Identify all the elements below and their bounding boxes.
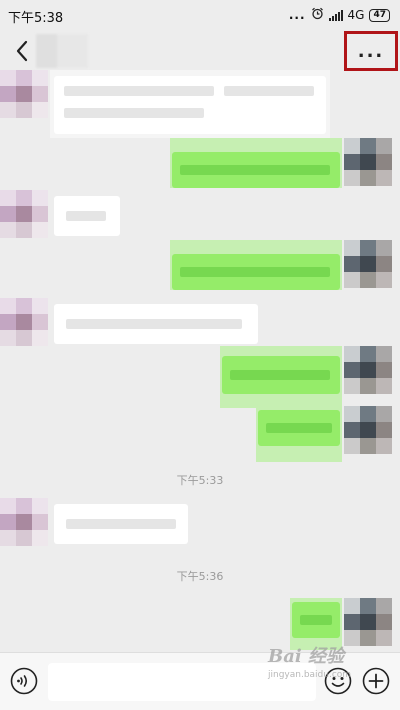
message-input[interactable] xyxy=(48,663,316,701)
my-avatar[interactable] xyxy=(344,346,392,394)
incoming-message-bubble[interactable] xyxy=(54,76,326,134)
outgoing-message-bubble[interactable] xyxy=(222,356,340,394)
timestamp-divider: 下午5:36 xyxy=(176,570,224,583)
contact-avatar[interactable] xyxy=(0,190,48,238)
emoji-icon[interactable] xyxy=(324,667,352,695)
contact-avatar[interactable] xyxy=(0,498,48,546)
contact-avatar[interactable] xyxy=(0,70,48,118)
outgoing-message-bubble[interactable] xyxy=(172,152,340,188)
chat-input-bar xyxy=(0,652,400,710)
outgoing-message-bubble[interactable] xyxy=(292,602,340,638)
more-options-button[interactable]: ... xyxy=(344,31,398,71)
contact-avatar[interactable] xyxy=(0,298,48,346)
more-dots-icon: ... xyxy=(357,40,385,62)
outgoing-message-bubble[interactable] xyxy=(258,410,340,446)
battery-indicator: 47 xyxy=(369,8,390,22)
chevron-left-icon[interactable] xyxy=(12,38,34,64)
chat-header: ... xyxy=(0,30,400,72)
voice-icon[interactable] xyxy=(10,667,38,695)
status-dots: ... xyxy=(288,8,306,22)
status-time: 下午5:38 xyxy=(8,11,64,26)
outgoing-message-bubble[interactable] xyxy=(172,254,340,290)
incoming-message-bubble[interactable] xyxy=(54,304,258,344)
signal-icon xyxy=(328,9,343,21)
incoming-message-bubble[interactable] xyxy=(54,504,188,544)
status-bar: 下午5:38 ... 4G 47 xyxy=(0,0,400,30)
timestamp-divider: 下午5:33 xyxy=(176,474,224,487)
incoming-message-bubble[interactable] xyxy=(54,196,120,236)
plus-icon[interactable] xyxy=(362,667,390,695)
chat-title-pixelated xyxy=(36,34,88,68)
my-avatar[interactable] xyxy=(344,598,392,646)
my-avatar[interactable] xyxy=(344,138,392,186)
chat-screen: 下午5:38 ... 4G 47 ... 下午5:33 下午5:36 Bai 经… xyxy=(0,0,400,710)
alarm-icon xyxy=(311,7,324,23)
status-indicators: ... 4G 47 xyxy=(289,7,390,23)
my-avatar[interactable] xyxy=(344,240,392,288)
my-avatar[interactable] xyxy=(344,406,392,454)
network-type: 4G xyxy=(347,8,365,22)
